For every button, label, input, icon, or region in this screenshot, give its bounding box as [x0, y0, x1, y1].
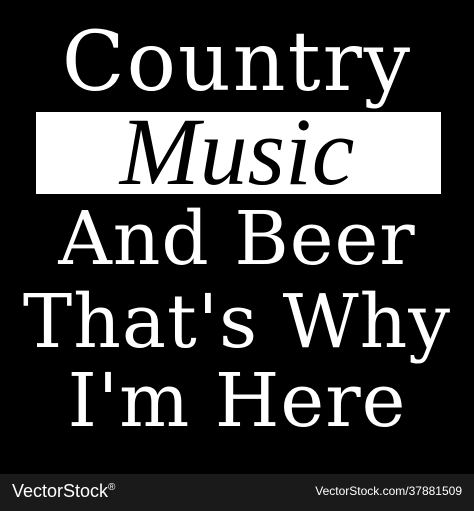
watermark-footer: VectorStock® VectorStock.com/37881509 — [0, 474, 474, 511]
headline-line-3: And Beer — [58, 196, 416, 282]
registered-mark: ® — [108, 482, 116, 493]
headline-line-5: I'm Here — [67, 358, 407, 444]
brand-name: VectorStock — [12, 481, 109, 501]
headline-line-2-script: Music — [119, 98, 355, 205]
headline-line-1: Country — [61, 15, 413, 110]
vectorstock-logo: VectorStock® — [12, 482, 115, 500]
design-canvas: Country Music And Beer That's Why I'm He… — [0, 0, 474, 511]
headline-line-4: That's Why — [22, 279, 452, 365]
image-id: VectorStock.com/37881509 — [315, 484, 462, 498]
